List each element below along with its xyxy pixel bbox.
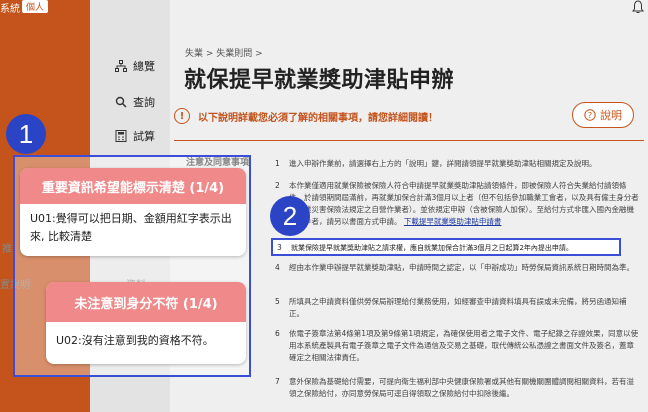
rule-number: 1	[275, 159, 280, 168]
feedback-card-2: 未注意到身分不符 (1/4) U02:沒有注意到我的資格不符。	[46, 282, 246, 364]
notice-text: 以下說明詳載您必須了解的相關事項，請您詳細閱讀！	[198, 112, 438, 124]
bell-icon[interactable]	[632, 0, 644, 14]
rule-text: 本作業僅適用就業保險被保險人符合申請提早就業獎助津貼請領條件，即被保險人符合失業…	[289, 180, 639, 228]
rule-text: 所填具之申請資料僅供勞保局辦理給付業務使用，如經審查申請資料填具有誤或未完備，將…	[289, 297, 627, 318]
rule-number: 7	[275, 377, 280, 386]
rule-text: 意外保險為基礎給付需要，可提向衛生福利部中央健康保險署或其他有關機關團體調閱相關…	[289, 377, 634, 398]
explain-button-label: 說明	[600, 109, 622, 122]
rule-text: 進入申辦作業前，請選擇右上方的「說明」鍵，詳閱請領提早就業獎助津貼相關規定及說明…	[289, 159, 597, 168]
sitemap-icon	[115, 60, 127, 72]
sidebar-item-label: 試算	[133, 130, 155, 143]
system-label: 系統	[0, 4, 20, 15]
sidebar-item-calculate[interactable]: 試算	[115, 128, 155, 144]
page-title: 就保提早就業獎助津貼申辦	[184, 68, 455, 93]
question-icon: ?	[584, 109, 596, 121]
download-form-link[interactable]: 下載提早就業獎助津貼申請書	[404, 217, 502, 226]
rule-item-highlighted: 3 就業保險提早就業獎助津貼之請求權，應自就業加保合計滿3個月之日起算2年內提出…	[271, 238, 621, 256]
card-body: U01:覺得可以把日期、金額用紅字表示出來, 比較清楚	[30, 212, 232, 243]
breadcrumb[interactable]: 失業 > 失業則問 >	[185, 46, 263, 59]
explain-button[interactable]: ? 說明	[572, 102, 634, 128]
rule-number: 4	[275, 263, 280, 272]
rule-text: 經由本作業申辦提早就業獎助津貼，申請時間之認定，以「申辦成功」時勞保局資訊系統日…	[289, 263, 634, 272]
rule-number: 3	[277, 243, 282, 252]
card-title: 未注意到身分不符 (1/4)	[46, 282, 246, 322]
faded-nav-label: 推	[2, 244, 12, 255]
notice-banner: ! 以下說明詳載您必須了解的相關事項，請您詳細閱讀！	[174, 104, 544, 128]
annotation-badge-1: 1	[6, 114, 46, 154]
feedback-card-1: 重要資訊希望能標示清楚 (1/4) U01:覺得可以把日期、金額用紅字表示出來,…	[20, 168, 246, 256]
sidebar-item-overview[interactable]: 總覽	[115, 58, 155, 74]
card-body: U02:沒有注意到我的資格不符。	[56, 334, 214, 347]
annotation-badge-2: 2	[270, 196, 310, 236]
sidebar-item-label: 查詢	[133, 96, 155, 109]
sidebar-item-label: 總覽	[133, 60, 155, 73]
identity-tag[interactable]: 個人	[22, 0, 49, 13]
rule-number: 2	[275, 181, 280, 190]
calculator-icon	[115, 130, 127, 142]
rule-text: 就業保險提早就業獎助津貼之請求權，應自就業加保合計滿3個月之日起算2年內提出申請…	[291, 244, 573, 252]
search-icon	[115, 96, 127, 108]
divider	[174, 140, 644, 141]
rule-number: 6	[275, 329, 280, 338]
rule-number: 5	[275, 297, 280, 306]
svg-text:?: ?	[588, 111, 592, 120]
sidebar-item-search[interactable]: 查詢	[115, 94, 155, 110]
card-title: 重要資訊希望能標示清楚 (1/4)	[20, 168, 246, 204]
warning-icon: !	[174, 108, 190, 124]
rule-text: 依電子簽章法第4條第1項及第9條第1項規定，為確保使用者之電子文件、電子紀錄之存…	[289, 329, 639, 362]
